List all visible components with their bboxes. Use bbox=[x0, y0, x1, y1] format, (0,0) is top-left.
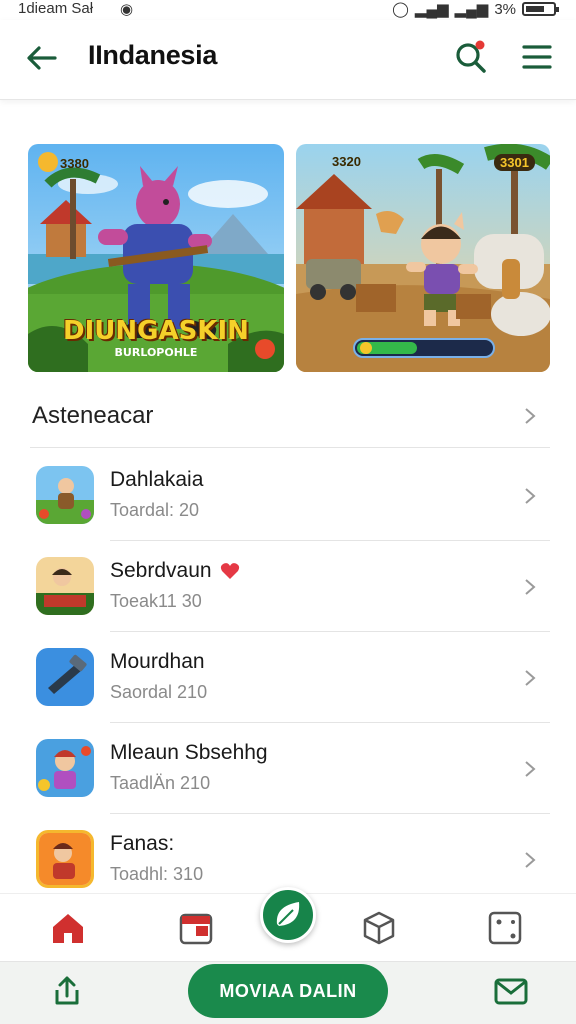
dice-icon[interactable] bbox=[485, 908, 525, 948]
alarm-icon: ◯ bbox=[392, 1, 409, 18]
mail-icon[interactable] bbox=[493, 974, 529, 1008]
banner-carousel: 3380 DIUNGASKIN BURLOPOHLE 3320 3301 bbox=[28, 144, 550, 372]
battery-percent: 3% bbox=[494, 0, 516, 18]
game-name: Mleaun Sbsehhg bbox=[110, 741, 268, 764]
share-icon[interactable] bbox=[50, 974, 84, 1008]
box-icon[interactable] bbox=[359, 908, 399, 948]
game-name: Sebrdvaun bbox=[110, 559, 240, 583]
chevron-right-icon bbox=[525, 761, 536, 777]
game-thumbnail bbox=[36, 739, 94, 797]
app-bar: IIndanesia bbox=[0, 20, 576, 100]
notification-icon: ◉ bbox=[120, 1, 134, 18]
action-bar: MOVIAA DALIN bbox=[0, 961, 576, 1024]
banner-2-badge: 3301 bbox=[494, 154, 535, 171]
list-item[interactable]: Sebrdvaun Toeak11 30 bbox=[30, 541, 550, 632]
heart-icon bbox=[220, 563, 239, 580]
game-name: Dahlakaia bbox=[110, 468, 204, 491]
banner-1-subtitle: BURLOPOHLE bbox=[114, 346, 198, 359]
game-banner-2[interactable]: 3320 3301 bbox=[296, 144, 550, 372]
list-item[interactable]: Mleaun Sbsehhg TaadlÄn 210 bbox=[30, 723, 550, 814]
section-header[interactable]: Asteneacar bbox=[30, 386, 550, 448]
game-thumbnail bbox=[36, 648, 94, 706]
list-item[interactable]: Mourdhan Saordal 210 bbox=[30, 632, 550, 723]
game-meta: Toardal: 20 bbox=[110, 500, 200, 520]
page-title: IIndanesia bbox=[88, 40, 218, 70]
status-bar: 1dieam Sał ◉ ◯ ▂▄▆ ▂▄▆ 3% bbox=[0, 0, 576, 20]
game-list: Dahlakaia Toardal: 20 Sebrdvaun Toeak11 … bbox=[30, 450, 550, 905]
banner-2-score: 3320 bbox=[332, 154, 361, 169]
chevron-right-icon bbox=[525, 488, 536, 504]
signal-icon: ▂▄▆ bbox=[414, 1, 449, 18]
chevron-right-icon bbox=[525, 670, 536, 686]
menu-icon[interactable] bbox=[518, 38, 556, 76]
home-icon[interactable] bbox=[48, 908, 88, 948]
leaf-fab-button[interactable] bbox=[260, 887, 316, 943]
section-title: Asteneacar bbox=[32, 402, 154, 429]
status-icons: ◯ ▂▄▆ ▂▄▆ 3% bbox=[392, 0, 559, 18]
game-meta: Saordal 210 bbox=[110, 682, 208, 702]
game-thumbnail bbox=[36, 830, 94, 888]
list-item[interactable]: Dahlakaia Toardal: 20 bbox=[30, 450, 550, 541]
chevron-right-icon bbox=[525, 852, 536, 868]
game-banner-1[interactable]: 3380 DIUNGASKIN BURLOPOHLE bbox=[28, 144, 284, 372]
search-icon[interactable] bbox=[452, 38, 490, 76]
game-meta: Toadhl: 310 bbox=[110, 864, 204, 884]
battery-icon bbox=[522, 2, 559, 16]
game-meta: Toeak11 30 bbox=[110, 591, 202, 611]
status-text: 1dieam Sał bbox=[18, 0, 94, 17]
game-name: Mourdhan bbox=[110, 650, 205, 673]
game-name: Fanas: bbox=[110, 832, 175, 855]
chevron-right-icon bbox=[525, 408, 536, 424]
game-thumbnail bbox=[36, 466, 94, 524]
game-thumbnail bbox=[36, 557, 94, 615]
calendar-icon[interactable] bbox=[176, 908, 216, 948]
game-meta: TaadlÄn 210 bbox=[110, 773, 211, 793]
signal-icon-2: ▂▄▆ bbox=[454, 1, 489, 18]
back-arrow-icon[interactable] bbox=[24, 40, 60, 76]
banner-1-title: DIUNGASKIN bbox=[63, 316, 249, 346]
banner-2-illustration bbox=[296, 144, 550, 372]
primary-action-button[interactable]: MOVIAA DALIN bbox=[188, 964, 388, 1018]
chevron-right-icon bbox=[525, 579, 536, 595]
leaf-icon bbox=[276, 902, 300, 926]
banner-1-score: 3380 bbox=[60, 156, 89, 171]
